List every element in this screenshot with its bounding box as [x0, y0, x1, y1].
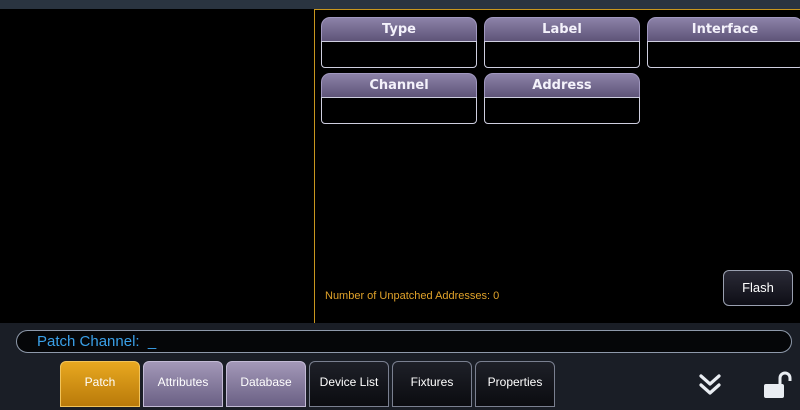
interface-value[interactable] — [647, 41, 800, 68]
label-header: Label — [484, 17, 640, 41]
tab-fixtures[interactable]: Fixtures — [392, 361, 472, 407]
command-line-text: Patch Channel: _ — [37, 333, 157, 350]
channel-value[interactable] — [321, 97, 477, 124]
address-value[interactable] — [484, 97, 640, 124]
type-header: Type — [321, 17, 477, 41]
type-field[interactable]: Type — [321, 17, 477, 68]
interface-field[interactable]: Interface — [647, 17, 800, 68]
address-header: Address — [484, 73, 640, 97]
channel-field[interactable]: Channel — [321, 73, 477, 124]
channel-header: Channel — [321, 73, 477, 97]
tab-attributes[interactable]: Attributes — [143, 361, 223, 407]
double-chevron-down-icon[interactable] — [697, 372, 723, 398]
address-field[interactable]: Address — [484, 73, 640, 124]
unlock-icon[interactable] — [762, 370, 792, 400]
type-value[interactable] — [321, 41, 477, 68]
tab-properties[interactable]: Properties — [475, 361, 555, 407]
tab-database[interactable]: Database — [226, 361, 306, 407]
tab-patch[interactable]: Patch — [60, 361, 140, 407]
label-field[interactable]: Label — [484, 17, 640, 68]
patch-display: Type Label Interface Channel Address Num… — [314, 9, 800, 323]
unpatched-count: Number of Unpatched Addresses: 0 — [325, 290, 500, 302]
left-panel — [0, 9, 314, 323]
flash-button[interactable]: Flash — [723, 270, 793, 306]
command-line[interactable]: Patch Channel: _ — [16, 330, 792, 353]
interface-header: Interface — [647, 17, 800, 41]
tab-device-list[interactable]: Device List — [309, 361, 389, 407]
top-strip — [0, 0, 800, 9]
label-value[interactable] — [484, 41, 640, 68]
